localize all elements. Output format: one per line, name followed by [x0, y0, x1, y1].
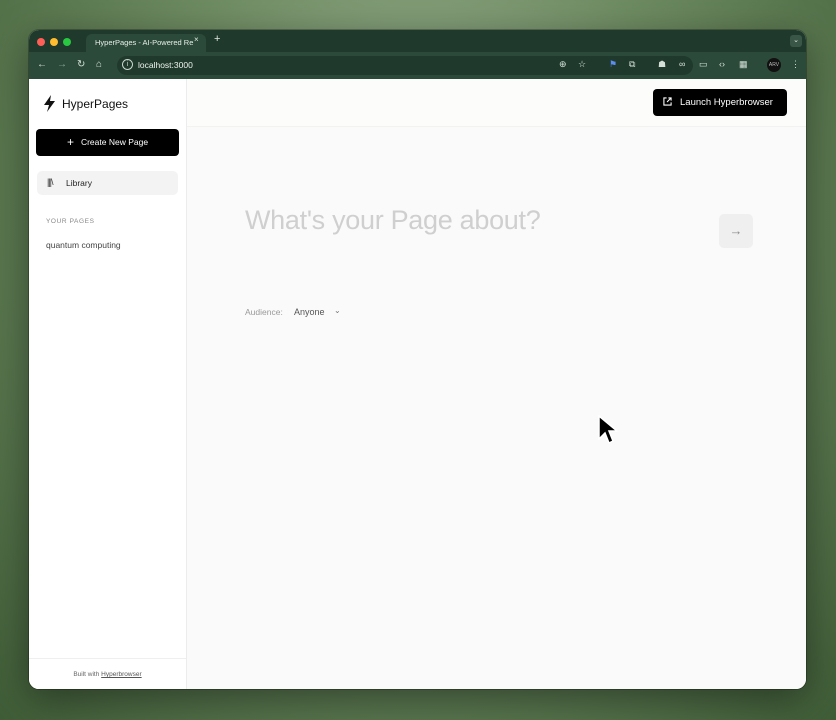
- maximize-window-button[interactable]: [63, 38, 71, 46]
- close-window-button[interactable]: [37, 38, 45, 46]
- address-bar[interactable]: i localhost:3000 ⊕ ☆: [117, 56, 693, 75]
- back-icon[interactable]: ←: [37, 59, 47, 71]
- reload-icon[interactable]: ↻: [77, 59, 85, 71]
- launch-hyperbrowser-label: Launch Hyperbrowser: [680, 97, 773, 108]
- tab-title: HyperPages - AI-Powered Re: [95, 38, 194, 47]
- footer-text: Built with: [73, 671, 100, 678]
- external-link-icon: [663, 97, 672, 106]
- home-icon[interactable]: ⌂: [96, 59, 102, 71]
- launch-hyperbrowser-button[interactable]: Launch Hyperbrowser: [653, 89, 787, 116]
- top-bar: Launch Hyperbrowser: [187, 79, 806, 127]
- your-pages-heading: YOUR PAGES: [46, 218, 95, 225]
- submit-arrow-button[interactable]: →: [719, 214, 753, 248]
- forward-icon[interactable]: →: [57, 59, 67, 71]
- bookmark-star-icon[interactable]: ☆: [578, 59, 586, 70]
- cast-icon[interactable]: ▭: [699, 59, 708, 70]
- library-icon: |||\: [47, 177, 53, 187]
- sidebar-item-library[interactable]: |||\ Library: [37, 171, 178, 195]
- extension-icon[interactable]: ⧉: [629, 59, 635, 70]
- browser-toolbar: ← → ↻ ⌂ i localhost:3000 ⊕ ☆ ⚑ ⧉ ☗ ∞ ▭ ‹…: [29, 52, 806, 79]
- spy-icon[interactable]: ☗: [658, 59, 666, 70]
- bookmark-flag-icon[interactable]: ⚑: [609, 59, 617, 70]
- chevron-down-icon[interactable]: ⌄: [334, 306, 341, 315]
- hyperbrowser-link[interactable]: Hyperbrowser: [101, 671, 141, 678]
- browser-window: HyperPages - AI-Powered Re × + ⌄ ← → ↻ ⌂…: [29, 30, 806, 689]
- browser-tab[interactable]: HyperPages - AI-Powered Re: [86, 34, 206, 52]
- tab-strip: HyperPages - AI-Powered Re × + ⌄: [29, 30, 806, 52]
- page-list-item[interactable]: quantum computing: [46, 240, 121, 250]
- audience-label: Audience:: [245, 307, 283, 317]
- plus-icon: +: [66, 135, 74, 149]
- create-new-page-label: Create New Page: [80, 137, 149, 147]
- minimize-window-button[interactable]: [50, 38, 58, 46]
- page-topic-input[interactable]: What's your Page about?: [245, 205, 541, 236]
- audience-select[interactable]: Anyone: [294, 307, 325, 317]
- sidebar: HyperPages + Create New Page |||\ Library…: [29, 79, 187, 689]
- page-content: HyperPages + Create New Page |||\ Library…: [29, 79, 806, 689]
- devtools-icon[interactable]: ‹›: [719, 59, 725, 69]
- zoom-icon[interactable]: ⊕: [559, 59, 567, 70]
- qr-code-icon[interactable]: ▦: [739, 59, 748, 70]
- brand-name: HyperPages: [62, 97, 129, 111]
- mouse-cursor-icon: [598, 415, 618, 445]
- sidebar-item-label: Library: [66, 178, 92, 188]
- tab-search-icon[interactable]: ⌄: [790, 35, 802, 47]
- menu-icon[interactable]: ⋮: [791, 59, 800, 70]
- url-text: localhost:3000: [138, 60, 193, 70]
- profile-avatar[interactable]: ARV: [767, 58, 781, 72]
- arrow-right-icon: →: [729, 223, 743, 238]
- new-tab-button[interactable]: +: [214, 33, 220, 45]
- create-new-page-button[interactable]: + Create New Page: [36, 129, 179, 156]
- link-icon[interactable]: ∞: [679, 59, 685, 69]
- tab-close-icon[interactable]: ×: [194, 35, 199, 44]
- main-panel: Launch Hyperbrowser What's your Page abo…: [187, 79, 806, 689]
- site-info-icon[interactable]: i: [122, 59, 133, 70]
- sidebar-footer: Built with Hyperbrowser: [29, 658, 186, 689]
- bolt-logo-icon: [44, 95, 55, 112]
